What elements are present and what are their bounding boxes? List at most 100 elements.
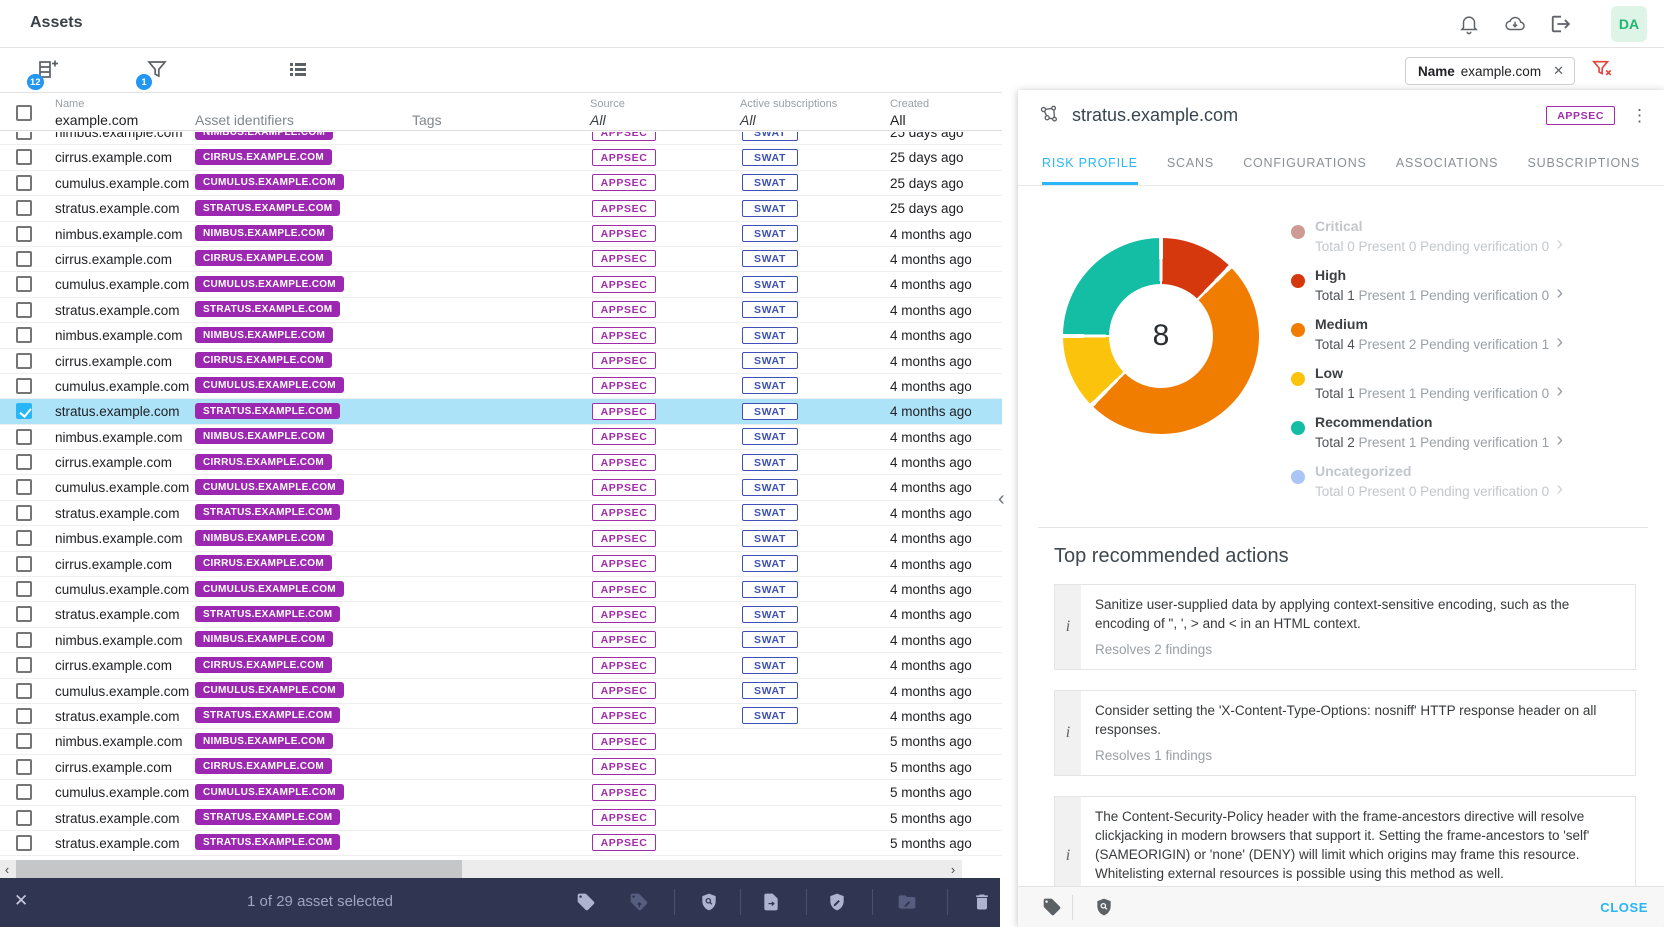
table-row[interactable]: cirrus.example.com CIRRUS.EXAMPLE.COM AP… [0,145,1002,170]
table-row[interactable]: cumulus.example.com CUMULUS.EXAMPLE.COM … [0,475,1002,500]
table-row[interactable]: stratus.example.com STRATUS.EXAMPLE.COM … [0,196,1002,221]
add-column-button[interactable]: 12 [36,57,62,83]
cloud-download-icon[interactable] [1504,13,1526,35]
row-checkbox[interactable] [16,175,32,191]
filter-chip[interactable]: Name example.com ✕ [1405,57,1575,85]
legend-item[interactable]: Uncategorized Total 0 Present 0 Pending … [1291,463,1563,512]
row-checkbox[interactable] [16,606,32,622]
row-checkbox[interactable] [16,251,32,267]
table-row[interactable]: nimbus.example.com NIMBUS.EXAMPLE.COM AP… [0,323,1002,348]
legend-item[interactable]: Recommendation Total 2 Present 1 Pending… [1291,414,1563,463]
row-checkbox[interactable] [16,784,32,800]
table-row[interactable]: cirrus.example.com CIRRUS.EXAMPLE.COM AP… [0,247,1002,272]
table-row[interactable]: cumulus.example.com CUMULUS.EXAMPLE.COM … [0,374,1002,399]
chevron-right-icon[interactable]: › [1556,234,1563,254]
table-row[interactable]: cumulus.example.com CUMULUS.EXAMPLE.COM … [0,679,1002,704]
filter-button[interactable]: 1 [145,57,171,83]
chevron-right-icon[interactable]: › [1556,430,1563,450]
row-checkbox[interactable] [16,276,32,292]
row-checkbox[interactable] [16,327,32,343]
view-list-button[interactable] [286,57,312,83]
row-checkbox[interactable] [16,403,32,419]
shield-edit-icon[interactable] [827,892,847,912]
table-row[interactable]: nimbus.example.com NIMBUS.EXAMPLE.COM AP… [0,628,1002,653]
table-row[interactable]: stratus.example.com STRATUS.EXAMPLE.COM … [0,399,1002,424]
row-checkbox[interactable] [16,429,32,445]
table-row[interactable]: cirrus.example.com CIRRUS.EXAMPLE.COM AP… [0,349,1002,374]
row-checkbox[interactable] [16,556,32,572]
shield-scan-icon[interactable] [1094,897,1114,917]
table-row[interactable]: stratus.example.com STRATUS.EXAMPLE.COM … [0,831,1002,856]
chevron-right-icon[interactable]: › [1556,332,1563,352]
scrollbar-thumb[interactable] [16,860,462,878]
avatar[interactable]: DA [1611,6,1647,42]
table-row[interactable]: nimbus.example.com NIMBUS.EXAMPLE.COM AP… [0,729,1002,754]
folder-edit-icon[interactable] [897,892,917,912]
table-row[interactable]: cumulus.example.com CUMULUS.EXAMPLE.COM … [0,272,1002,297]
tab-subscriptions[interactable]: SUBSCRIPTIONS [1527,140,1640,185]
legend-item[interactable]: High Total 1 Present 1 Pending verificat… [1291,267,1563,316]
row-checkbox[interactable] [16,226,32,242]
legend-item[interactable]: Low Total 1 Present 1 Pending verificati… [1291,365,1563,414]
kebab-menu-icon[interactable]: ⋮ [1631,107,1648,124]
table-row[interactable]: cirrus.example.com CIRRUS.EXAMPLE.COM AP… [0,653,1002,678]
tab-configurations[interactable]: CONFIGURATIONS [1243,140,1366,185]
close-panel-button[interactable]: CLOSE [1600,900,1648,915]
row-checkbox[interactable] [16,132,32,140]
horizontal-scrollbar[interactable]: ‹ › [0,860,962,878]
row-checkbox[interactable] [16,454,32,470]
notifications-bell-icon[interactable] [1458,13,1480,35]
scroll-right-icon[interactable]: › [946,860,960,878]
tab-scans[interactable]: SCANS [1167,140,1214,185]
row-checkbox[interactable] [16,810,32,826]
table-row[interactable]: cirrus.example.com CIRRUS.EXAMPLE.COM AP… [0,552,1002,577]
table-row[interactable]: cumulus.example.com CUMULUS.EXAMPLE.COM … [0,577,1002,602]
table-row[interactable]: cirrus.example.com CIRRUS.EXAMPLE.COM AP… [0,755,1002,780]
table-row[interactable]: nimbus.example.com NIMBUS.EXAMPLE.COM AP… [0,132,1002,145]
row-checkbox[interactable] [16,581,32,597]
table-row[interactable]: cirrus.example.com CIRRUS.EXAMPLE.COM AP… [0,450,1002,475]
row-checkbox[interactable] [16,733,32,749]
row-checkbox[interactable] [16,632,32,648]
select-all-checkbox[interactable] [16,105,32,121]
table-row[interactable]: cumulus.example.com CUMULUS.EXAMPLE.COM … [0,780,1002,805]
clear-filters-icon[interactable] [1591,58,1615,82]
row-checkbox[interactable] [16,683,32,699]
legend-item[interactable]: Critical Total 0 Present 0 Pending verif… [1291,218,1563,267]
table-row[interactable]: stratus.example.com STRATUS.EXAMPLE.COM … [0,806,1002,831]
table-row[interactable]: stratus.example.com STRATUS.EXAMPLE.COM … [0,501,1002,526]
row-checkbox[interactable] [16,505,32,521]
tag-icon[interactable] [576,892,596,912]
clear-selection-icon[interactable]: ✕ [14,891,28,911]
logout-icon[interactable] [1550,13,1572,35]
row-checkbox[interactable] [16,657,32,673]
scroll-left-icon[interactable]: ‹ [0,860,14,878]
table-row[interactable]: nimbus.example.com NIMBUS.EXAMPLE.COM AP… [0,425,1002,450]
shield-scan-icon[interactable] [699,892,719,912]
row-checkbox[interactable] [16,378,32,394]
trash-icon[interactable] [972,892,992,912]
table-row[interactable]: stratus.example.com STRATUS.EXAMPLE.COM … [0,704,1002,729]
row-checkbox[interactable] [16,835,32,851]
tab-risk-profile[interactable]: RISK PROFILE [1042,140,1138,185]
row-checkbox[interactable] [16,200,32,216]
table-row[interactable]: stratus.example.com STRATUS.EXAMPLE.COM … [0,298,1002,323]
row-checkbox[interactable] [16,759,32,775]
row-checkbox[interactable] [16,530,32,546]
tag-add-icon[interactable] [629,892,649,912]
tag-icon[interactable] [1042,897,1062,917]
chevron-right-icon[interactable]: › [1556,381,1563,401]
row-checkbox[interactable] [16,479,32,495]
table-row[interactable]: stratus.example.com STRATUS.EXAMPLE.COM … [0,602,1002,627]
table-row[interactable]: nimbus.example.com NIMBUS.EXAMPLE.COM AP… [0,222,1002,247]
filter-chip-close-icon[interactable]: ✕ [1553,63,1564,79]
chevron-right-icon[interactable]: › [1556,479,1563,499]
row-checkbox[interactable] [16,302,32,318]
table-row[interactable]: nimbus.example.com NIMBUS.EXAMPLE.COM AP… [0,526,1002,551]
table-row[interactable]: cumulus.example.com CUMULUS.EXAMPLE.COM … [0,171,1002,196]
row-checkbox[interactable] [16,708,32,724]
row-checkbox[interactable] [16,149,32,165]
export-report-icon[interactable] [761,892,781,912]
legend-item[interactable]: Medium Total 4 Present 2 Pending verific… [1291,316,1563,365]
tab-associations[interactable]: ASSOCIATIONS [1396,140,1498,185]
